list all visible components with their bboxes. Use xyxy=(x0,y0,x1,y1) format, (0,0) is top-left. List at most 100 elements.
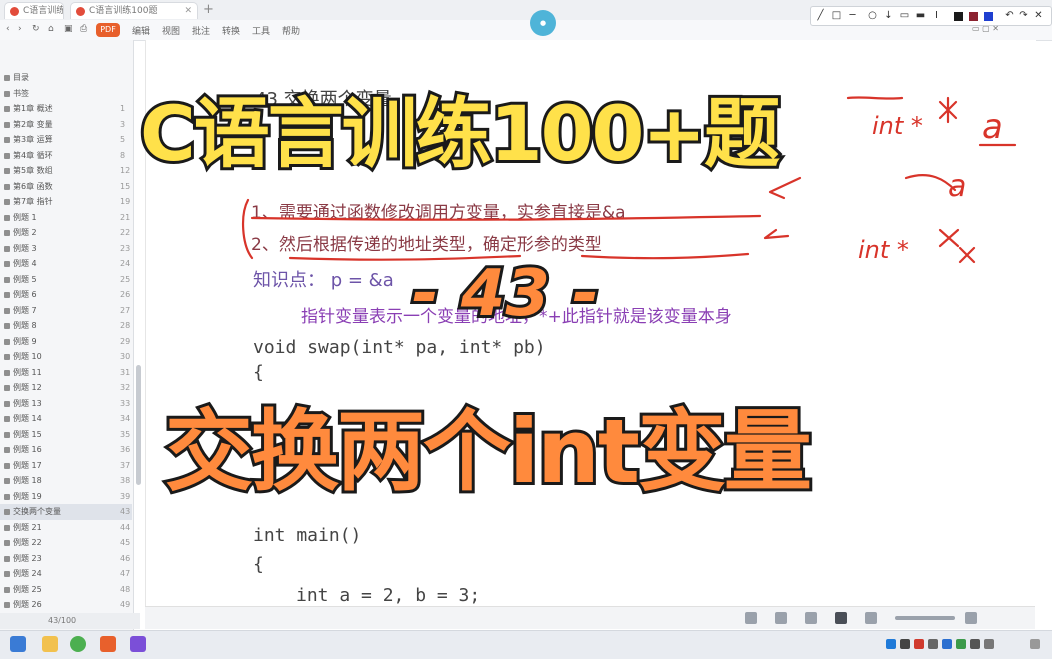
sidebar-item-label: 例题 12 xyxy=(13,383,42,392)
tray-icon[interactable] xyxy=(900,639,910,649)
color-blue-swatch[interactable] xyxy=(984,12,993,21)
sidebar-item[interactable]: 例题 2 22 xyxy=(0,225,132,241)
sidebar-item[interactable]: 例题 19 39 xyxy=(0,489,132,505)
bookmark-icon xyxy=(4,555,10,562)
sidebar-item[interactable]: 第7章 指针 19 xyxy=(0,194,132,210)
sidebar-item[interactable]: 例题 4 24 xyxy=(0,256,132,272)
menu-view[interactable]: 视图 xyxy=(162,24,180,37)
close-tab-icon[interactable]: ✕ xyxy=(184,3,192,19)
sidebar-item[interactable]: 例题 6 26 xyxy=(0,287,132,303)
fit-page-icon[interactable] xyxy=(745,612,757,624)
color-black-swatch[interactable] xyxy=(954,12,963,21)
network-icon[interactable] xyxy=(970,639,980,649)
sidebar-item[interactable]: 例题 9 29 xyxy=(0,334,132,350)
sidebar-item[interactable]: 第2章 变量 3 xyxy=(0,117,132,133)
sidebar-item[interactable]: 例题 22 45 xyxy=(0,535,132,551)
sidebar-item[interactable]: 第5章 数组 12 xyxy=(0,163,132,179)
sidebar-item[interactable]: 例题 5 25 xyxy=(0,272,132,288)
menu-convert[interactable]: 转换 xyxy=(222,24,240,37)
sidebar-item[interactable]: 例题 8 28 xyxy=(0,318,132,334)
sidebar-item[interactable]: 例题 12 32 xyxy=(0,380,132,396)
sidebar-item[interactable]: 例题 17 37 xyxy=(0,458,132,474)
sidebar-item[interactable]: 例题 18 38 xyxy=(0,473,132,489)
tray-icon[interactable] xyxy=(956,639,966,649)
sidebar-item[interactable]: 例题 21 44 xyxy=(0,520,132,536)
zoom-slider[interactable] xyxy=(895,616,955,620)
pdf-reader-icon[interactable] xyxy=(100,636,116,652)
tray-icon[interactable] xyxy=(942,639,952,649)
single-page-icon[interactable] xyxy=(775,612,787,624)
sidebar-scrollbar[interactable] xyxy=(136,365,141,485)
pen-icon[interactable]: ╱ xyxy=(815,9,826,22)
play-icon[interactable] xyxy=(835,612,847,624)
browser-tab[interactable]: C语言训练 xyxy=(4,2,64,19)
cloud-icon[interactable] xyxy=(886,639,896,649)
sidebar-item[interactable]: 第4章 循环 8 xyxy=(0,148,132,164)
sidebar-item-page: 12 xyxy=(120,166,131,175)
browser-icon[interactable] xyxy=(70,636,86,652)
sidebar-item[interactable]: 第6章 函数 15 xyxy=(0,179,132,195)
pdf-badge[interactable]: PDF xyxy=(96,23,120,37)
sidebar-item[interactable]: 第3章 运算 5 xyxy=(0,132,132,148)
keyboard-icon[interactable] xyxy=(984,639,994,649)
ellipse-icon[interactable]: ○ xyxy=(867,9,878,22)
menu-tools[interactable]: 工具 xyxy=(252,24,270,37)
user-avatar[interactable]: ● xyxy=(530,10,556,36)
window-close-icon[interactable]: ✕ xyxy=(992,24,999,33)
zoom-out-icon[interactable] xyxy=(865,612,877,624)
save-icon[interactable]: ▣ xyxy=(64,24,73,34)
color-red-swatch[interactable] xyxy=(969,12,978,21)
sidebar-item[interactable]: 例题 15 35 xyxy=(0,427,132,443)
sidebar-item[interactable]: 例题 1 21 xyxy=(0,210,132,226)
back-icon[interactable]: ‹ xyxy=(6,24,10,34)
sidebar-item-page: 1 xyxy=(120,104,126,113)
sidebar-item[interactable]: 例题 23 46 xyxy=(0,551,132,567)
refresh-icon[interactable]: ↻ xyxy=(32,24,40,34)
text-icon[interactable]: Ⅰ xyxy=(931,9,942,22)
sidebar-item-label: 例题 1 xyxy=(13,212,37,222)
close-icon[interactable]: ✕ xyxy=(1033,9,1044,22)
minimize-icon[interactable]: ▭ xyxy=(972,24,980,33)
app-icon[interactable] xyxy=(130,636,146,652)
redo-icon[interactable]: ↷ xyxy=(1018,9,1029,22)
sidebar-item[interactable]: 交换两个变量 43 xyxy=(0,504,132,520)
new-tab-icon[interactable]: + xyxy=(203,2,214,17)
home-icon[interactable]: ⌂ xyxy=(48,24,54,34)
sidebar-item[interactable]: 例题 10 30 xyxy=(0,349,132,365)
sidebar-item[interactable]: 例题 16 36 xyxy=(0,442,132,458)
page-indicator[interactable]: 43/100 xyxy=(0,613,140,629)
bookmark-icon xyxy=(4,338,10,345)
sidebar-item[interactable]: 例题 25 48 xyxy=(0,582,132,598)
sidebar-item[interactable]: 目录 xyxy=(0,70,132,86)
two-page-icon[interactable] xyxy=(805,612,817,624)
tray-icon[interactable] xyxy=(914,639,924,649)
start-icon[interactable] xyxy=(10,636,26,652)
sidebar-item[interactable]: 例题 13 33 xyxy=(0,396,132,412)
maximize-icon[interactable]: ▢ xyxy=(982,24,990,33)
line-icon[interactable]: ─ xyxy=(847,9,858,22)
undo-icon[interactable]: ↶ xyxy=(1004,9,1015,22)
rectangle-icon[interactable]: □ xyxy=(831,9,842,22)
arrow-icon[interactable]: ↓ xyxy=(883,9,894,22)
sidebar-item[interactable]: 例题 3 23 xyxy=(0,241,132,257)
sidebar-item[interactable]: 例题 7 27 xyxy=(0,303,132,319)
print-icon[interactable]: ⎙ xyxy=(80,24,87,34)
notification-icon[interactable] xyxy=(1030,639,1040,649)
sidebar-item[interactable]: 例题 26 49 xyxy=(0,597,132,613)
browser-tab-active[interactable]: C语言训练100题 ✕ xyxy=(70,2,198,19)
forward-icon[interactable]: › xyxy=(18,24,22,34)
sidebar-item[interactable]: 第1章 概述 1 xyxy=(0,101,132,117)
menu-edit[interactable]: 编辑 xyxy=(132,24,150,37)
sidebar-item[interactable]: 书签 xyxy=(0,86,132,102)
highlighter-icon[interactable]: ▭ xyxy=(899,9,910,22)
sidebar-item[interactable]: 例题 14 34 xyxy=(0,411,132,427)
menu-help[interactable]: 帮助 xyxy=(282,24,300,37)
file-explorer-icon[interactable] xyxy=(42,636,58,652)
sidebar-item[interactable]: 例题 24 47 xyxy=(0,566,132,582)
sidebar-item[interactable]: 例题 11 31 xyxy=(0,365,132,381)
zoom-in-icon[interactable] xyxy=(965,612,977,624)
eraser-icon[interactable]: ▬ xyxy=(915,9,926,22)
menu-annotate[interactable]: 批注 xyxy=(192,24,210,37)
sidebar-item-label: 第7章 指针 xyxy=(13,197,53,206)
volume-icon[interactable] xyxy=(928,639,938,649)
